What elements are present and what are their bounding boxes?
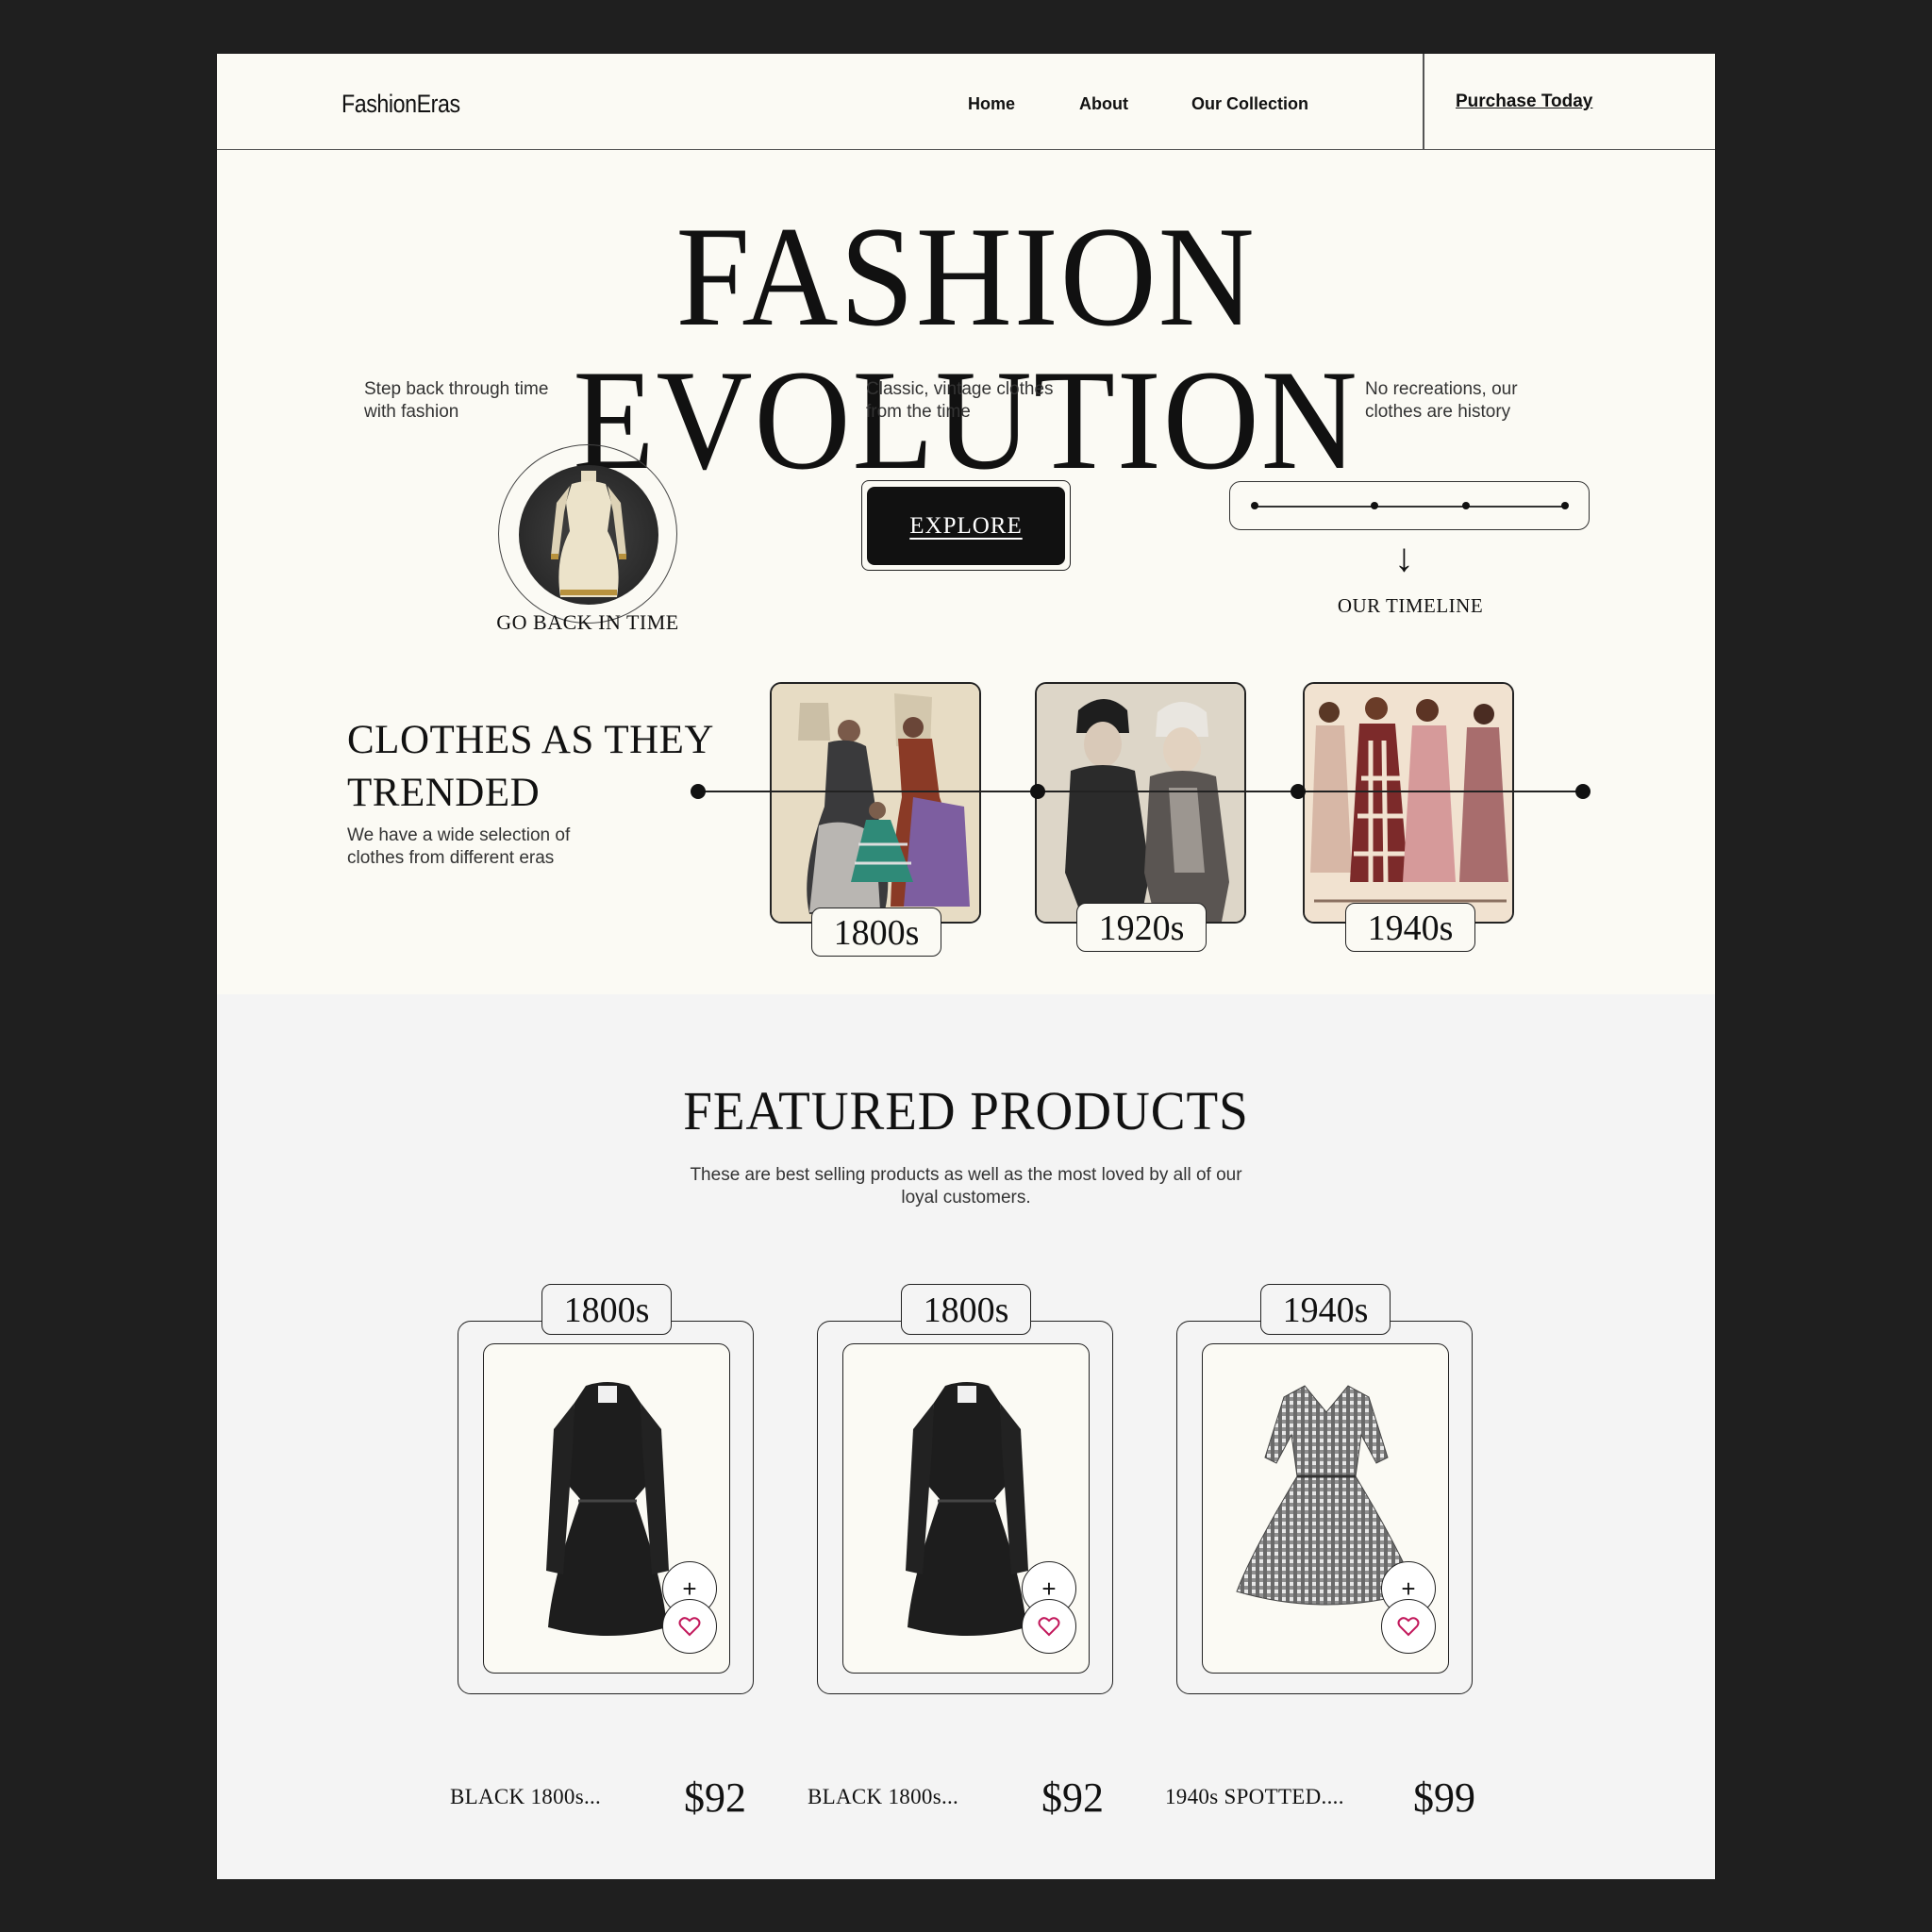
timeline-widget[interactable]	[1229, 481, 1590, 530]
product-name[interactable]: BLACK 1800s...	[450, 1785, 601, 1809]
tagline-2: Classic, vintage clothes from the time	[866, 379, 1054, 422]
plus-icon: +	[1041, 1574, 1057, 1603]
trends-title-line-2: TRENDED	[347, 771, 541, 815]
era-timeline-line	[698, 791, 1583, 792]
product-name[interactable]: 1940s SPOTTED....	[1165, 1785, 1344, 1809]
arrow-down-icon: ↓	[1394, 535, 1414, 579]
timeline-dot[interactable]	[1371, 502, 1378, 509]
purchase-today-link[interactable]: Purchase Today	[1456, 92, 1592, 112]
era-timeline-dot[interactable]	[1030, 784, 1045, 799]
tagline-3: No recreations, our clothes are history	[1365, 379, 1518, 422]
heart-icon	[1038, 1617, 1060, 1637]
favorite-button[interactable]	[1381, 1599, 1436, 1654]
tagline-1: Step back through time with fashion	[364, 379, 549, 422]
explore-button[interactable]: EXPLORE	[867, 487, 1065, 565]
timeline-dot[interactable]	[1462, 502, 1470, 509]
plus-icon: +	[682, 1574, 697, 1603]
era-label-1940s[interactable]: 1940s	[1345, 903, 1475, 952]
timeline-dot[interactable]	[1561, 502, 1569, 509]
product-era-tag: 1800s	[541, 1284, 672, 1335]
product-era-tag: 1800s	[901, 1284, 1031, 1335]
timeline-dot[interactable]	[1251, 502, 1258, 509]
era-label-1800s[interactable]: 1800s	[811, 908, 941, 957]
product-era-tag: 1940s	[1260, 1284, 1391, 1335]
heart-icon	[1397, 1617, 1420, 1637]
timeline-track	[1255, 506, 1566, 508]
nav-divider	[1423, 54, 1424, 150]
product-price: $92	[684, 1774, 746, 1821]
featured-subtitle: These are best selling products as well …	[690, 1165, 1242, 1208]
featured-title: FEATURED PRODUCTS	[683, 1080, 1249, 1141]
hero-title: FASHION EVOLUTION	[573, 197, 1359, 499]
logo[interactable]: FashionEras	[341, 90, 460, 119]
era-card-1940s[interactable]	[1303, 682, 1514, 924]
nav-home[interactable]: Home	[968, 94, 1015, 114]
featured-products-section: FEATURED PRODUCTS These are best selling…	[217, 994, 1715, 1879]
favorite-button[interactable]	[1022, 1599, 1076, 1654]
vintage-coat-image	[519, 465, 658, 605]
product-name[interactable]: BLACK 1800s...	[808, 1785, 958, 1809]
trends-title-line-1: CLOTHES AS THEY	[347, 718, 714, 762]
trends-subtitle: We have a wide selection of clothes from…	[347, 825, 571, 868]
product-price: $92	[1041, 1774, 1104, 1821]
landing-page: FashionEras Home About Our Collection Pu…	[217, 54, 1715, 1879]
nav-about[interactable]: About	[1079, 94, 1128, 114]
era-card-1800s[interactable]	[770, 682, 981, 924]
plus-icon: +	[1401, 1574, 1416, 1603]
navbar: FashionEras Home About Our Collection Pu…	[217, 54, 1715, 150]
era-label-1920s[interactable]: 1920s	[1076, 903, 1207, 952]
era-timeline-dot[interactable]	[1575, 784, 1591, 799]
era-card-1920s[interactable]	[1035, 682, 1246, 924]
go-back-in-time-label[interactable]: GO BACK IN TIME	[472, 610, 704, 635]
heart-icon	[678, 1617, 701, 1637]
product-price: $99	[1413, 1774, 1475, 1821]
favorite-button[interactable]	[662, 1599, 717, 1654]
era-timeline-dot[interactable]	[691, 784, 706, 799]
nav-our-collection[interactable]: Our Collection	[1191, 94, 1308, 114]
era-timeline-dot[interactable]	[1291, 784, 1306, 799]
our-timeline-label[interactable]: OUR TIMELINE	[1330, 594, 1491, 618]
trends-title: CLOTHES AS THEY TRENDED	[347, 714, 714, 820]
